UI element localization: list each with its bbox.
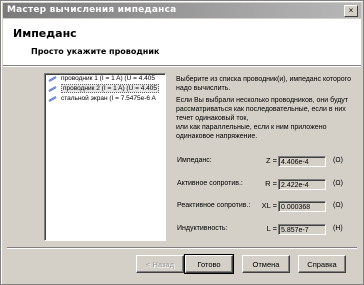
reactance-label: Реактивное сопротив.:: [177, 202, 251, 209]
resistance-unit: (Ω): [333, 180, 343, 187]
reactance-value-field: 0.000368: [278, 201, 326, 212]
instructions-paragraph: Если Вы выбрали несколько проводников, о…: [176, 97, 348, 122]
instructions-text: Выберите из списка проводник(и), импедан…: [176, 75, 356, 144]
impedance-value-field: 4.406e-4: [278, 156, 326, 167]
resistance-symbol: R =: [265, 179, 277, 188]
title-bar[interactable]: Мастер вычисления импеданса ×: [3, 3, 361, 18]
footer-divider: [7, 247, 357, 249]
list-item[interactable]: проводник 1 (I = 1 A) (U = 4.405: [45, 74, 165, 84]
close-button[interactable]: ×: [344, 5, 358, 17]
inductance-unit: (H): [333, 225, 343, 232]
resistance-value-field: 2.422e-4: [278, 179, 326, 190]
page-title: Импеданс: [13, 27, 77, 40]
list-item-label: проводник 1 (I = 1 A) (U = 4.405: [61, 75, 155, 82]
list-item[interactable]: проводник 2 (I = 1 A) (U = 4.405: [45, 84, 165, 94]
instructions-paragraph: Выберите из списка проводник(и), импедан…: [176, 76, 351, 92]
finish-button[interactable]: Готово: [184, 254, 234, 274]
impedance-label: Импеданс:: [177, 157, 212, 164]
list-item-label: стальной экран (I = 7.5475e-6 A: [61, 95, 156, 102]
inductance-label: Индуктивность:: [177, 225, 228, 232]
wizard-header: Импеданс Просто укажите проводник: [3, 19, 361, 66]
instructions-paragraph: или как параллельные, если к ним приложе…: [176, 124, 327, 140]
list-item[interactable]: стальной экран (I = 7.5475e-6 A: [45, 94, 165, 104]
conductor-icon: [48, 96, 57, 102]
header-divider: [3, 66, 361, 67]
back-button[interactable]: < Назад: [136, 255, 184, 273]
window-title: Мастер вычисления импеданса: [7, 5, 177, 15]
reactance-symbol: XL =: [261, 201, 277, 210]
conductor-list[interactable]: проводник 1 (I = 1 A) (U = 4.405 проводн…: [44, 73, 166, 241]
cancel-button[interactable]: Отмена: [242, 255, 290, 273]
impedance-wizard-window: Мастер вычисления импеданса × Импеданс П…: [0, 0, 364, 285]
resistance-label: Активное сопротив.:: [177, 180, 243, 187]
impedance-unit: (Ω): [333, 157, 343, 164]
reactance-unit: (Ω): [333, 202, 343, 209]
help-button[interactable]: Справка: [298, 255, 346, 273]
impedance-symbol: Z =: [265, 156, 277, 165]
inductance-symbol: L =: [266, 224, 277, 233]
conductor-icon: [48, 86, 57, 92]
page-subtitle: Просто укажите проводник: [31, 47, 160, 56]
list-item-label: проводник 2 (I = 1 A) (U = 4.405: [61, 84, 159, 93]
inductance-value-field: 5.857e-7: [278, 224, 326, 235]
conductor-icon: [48, 76, 57, 82]
